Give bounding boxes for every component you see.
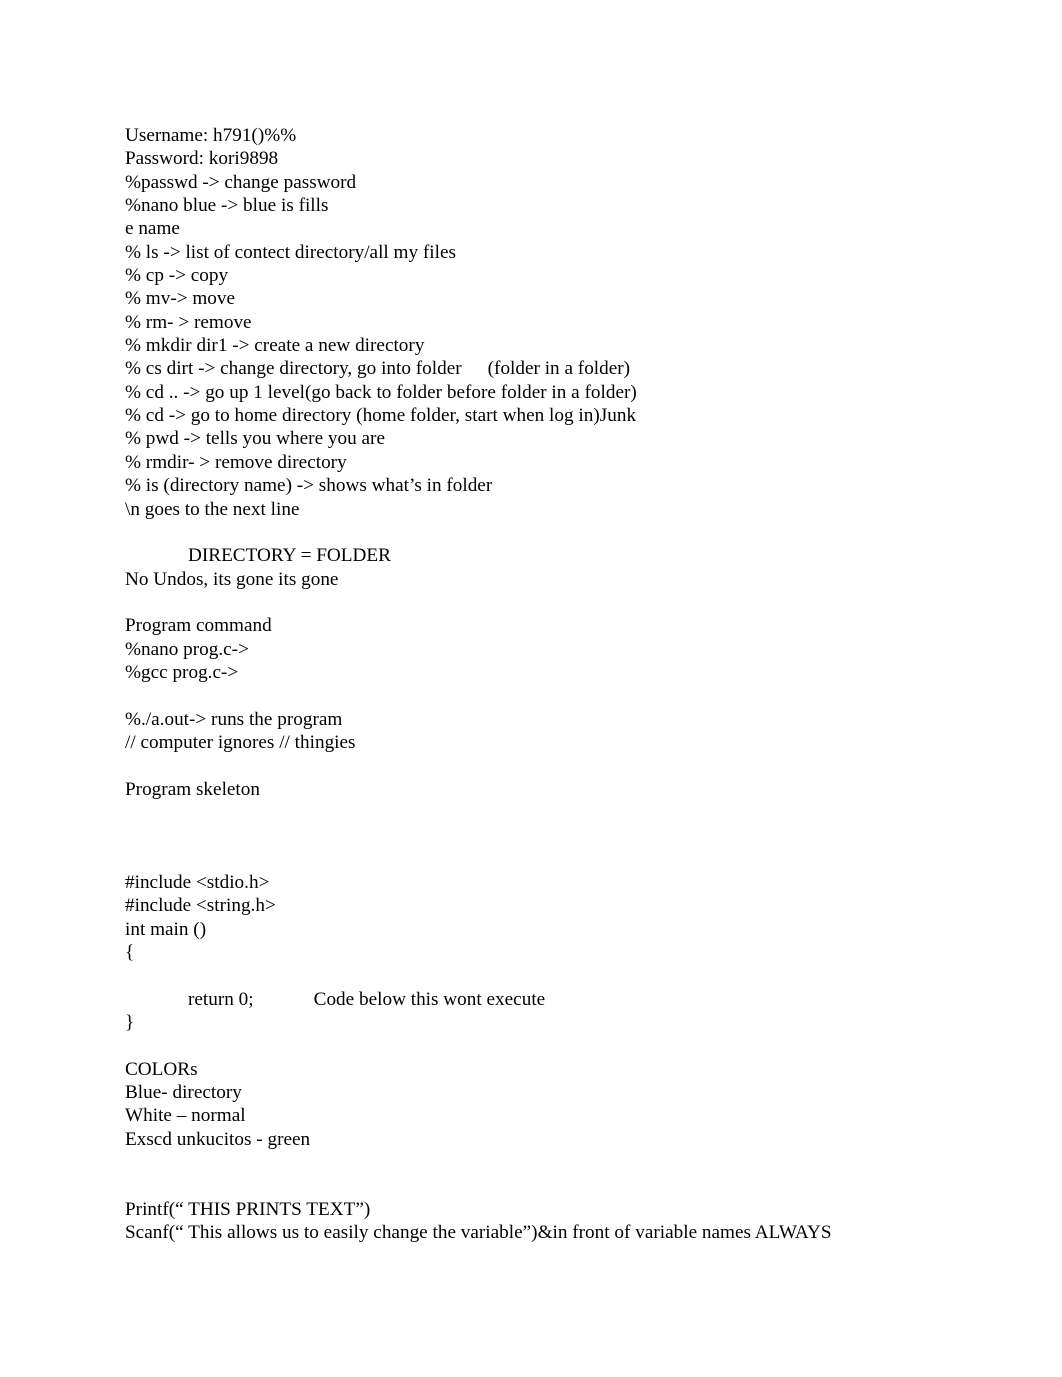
document-page: Username: h791()%% Password: kori9898 %p… [0, 0, 1062, 1377]
colors-entry-blue: Blue- directory [125, 1082, 242, 1104]
code-return-comment: Code below this wont execute [313, 988, 546, 1010]
cs-dirt-note: (folder in a folder) [487, 358, 631, 380]
code-include-string: #include <string.h> [125, 895, 276, 917]
scanf-line: Scanf(“ This allows us to easily change … [125, 1222, 832, 1244]
run-note-comments: // computer ignores // thingies [125, 731, 356, 753]
command-note-mkdir: % mkdir dir1 -> create a new directory [125, 335, 425, 357]
command-note-newline: \n goes to the next line [125, 498, 300, 520]
command-note-e-name: e name [125, 218, 180, 240]
username-line: Username: h791()%% [125, 125, 297, 146]
no-undos-line: No Undos, its gone its gone [125, 568, 339, 590]
code-close-brace: } [125, 1012, 135, 1034]
directory-equals-folder-heading: DIRECTORY = FOLDER [125, 544, 955, 567]
command-note-rm: % rm- > remove [125, 311, 252, 333]
command-note-passwd: %passwd -> change password [125, 171, 357, 193]
printf-line: Printf(“ THIS PRINTS TEXT”) [125, 1198, 371, 1220]
program-command-heading: Program command [125, 615, 272, 637]
command-note-cp: % cp -> copy [125, 265, 229, 287]
document-text-body: Username: h791()%% Password: kori9898 %p… [125, 124, 955, 1245]
command-note-pwd: % pwd -> tells you where you are [125, 428, 385, 450]
command-note-nano-blue: %nano blue -> blue is fills [125, 195, 329, 217]
command-note-mv: % mv-> move [125, 288, 236, 310]
program-command-gcc: %gcc prog.c-> [125, 661, 239, 683]
colors-entry-white: White – normal [125, 1105, 246, 1127]
code-main-signature: int main () [125, 918, 207, 940]
colors-heading: COLORs [125, 1058, 198, 1080]
cs-dirt-command: % cs dirt -> change directory, go into f… [125, 358, 462, 380]
program-command-nano: %nano prog.c-> [125, 638, 249, 660]
code-open-brace: { [125, 942, 135, 964]
colors-entry-green: Exscd unkucitos - green [125, 1128, 311, 1150]
run-note-a-out: %./a.out-> runs the program [125, 708, 343, 730]
command-note-cd-up: % cd .. -> go up 1 level(go back to fold… [125, 381, 637, 403]
command-note-cd-home: % cd -> go to home directory (home folde… [125, 405, 637, 427]
command-note-ls: % ls -> list of contect directory/all my… [125, 241, 456, 263]
command-note-is: % is (directory name) -> shows what’s in… [125, 475, 493, 497]
password-line: Password: kori9898 [125, 148, 279, 170]
command-note-rmdir: % rmdir- > remove directory [125, 451, 347, 473]
program-skeleton-heading: Program skeleton [125, 778, 260, 800]
command-note-cs-dirt: % cs dirt -> change directory, go into f… [125, 357, 955, 380]
code-return-statement: return 0; [188, 988, 254, 1010]
code-return-line: return 0; Code below this wont execute [125, 988, 955, 1011]
directory-heading-text: DIRECTORY = FOLDER [188, 545, 391, 567]
code-include-stdio: #include <stdio.h> [125, 872, 270, 893]
